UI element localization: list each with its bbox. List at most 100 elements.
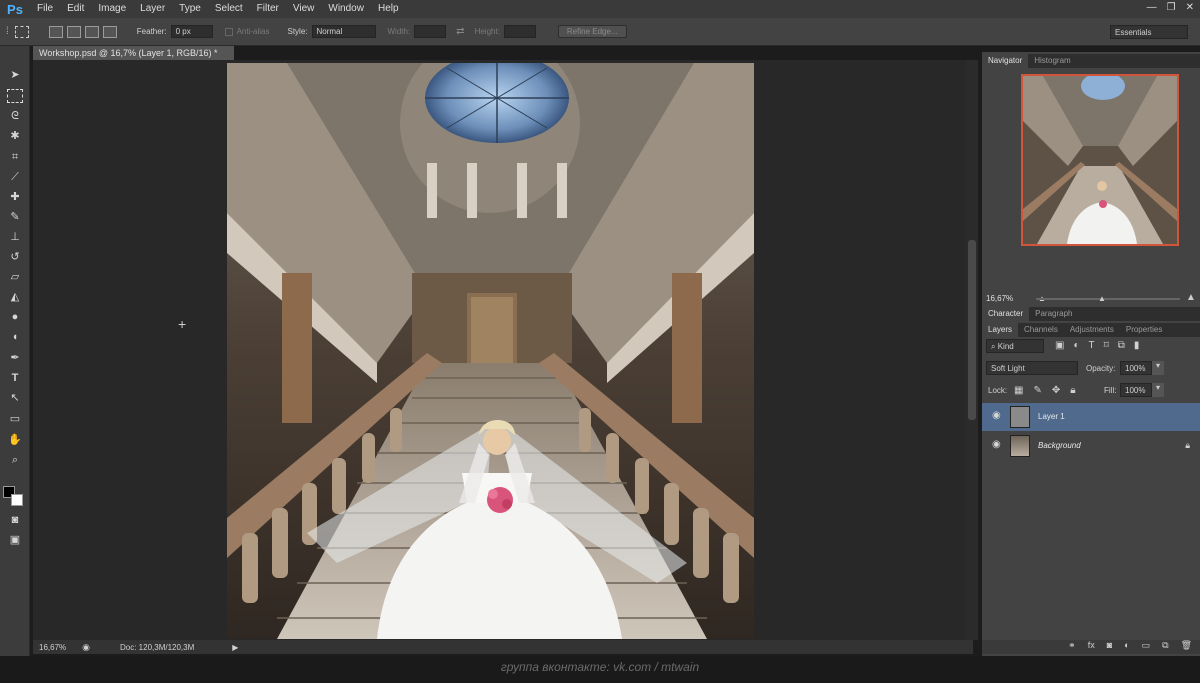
paint-bucket-icon[interactable]: ◭: [7, 290, 23, 304]
tab-adjustments[interactable]: Adjustments: [1064, 323, 1120, 337]
visibility-eye-icon[interactable]: ◉: [992, 440, 1004, 450]
magic-wand-icon[interactable]: ✱: [7, 129, 23, 143]
blend-mode-select[interactable]: Soft Light: [986, 361, 1078, 375]
layer-lock-icon: 🔒︎: [1185, 440, 1190, 450]
navigator-zoom-value[interactable]: 16,67%: [986, 294, 1013, 303]
smart-object-filter-icon[interactable]: ⧉: [1118, 340, 1125, 351]
zoom-tool-icon[interactable]: ⌕: [7, 453, 23, 467]
eraser-icon[interactable]: ▱: [7, 270, 23, 284]
quick-mask-icon[interactable]: ◙: [7, 513, 23, 527]
anti-alias-checkbox[interactable]: [224, 27, 233, 36]
feather-input[interactable]: 0 px: [170, 25, 213, 38]
opacity-input[interactable]: 100%: [1120, 361, 1152, 375]
history-brush-icon[interactable]: ↺: [7, 250, 23, 264]
tab-channels[interactable]: Channels: [1018, 323, 1064, 337]
trash-icon[interactable]: 🗑︎: [1181, 640, 1192, 654]
layer-name[interactable]: Background: [1038, 441, 1081, 450]
background-color-swatch[interactable]: [11, 494, 23, 506]
workspace-select[interactable]: Essentials: [1110, 25, 1188, 39]
dodge-tool-icon[interactable]: ◖: [7, 330, 23, 344]
tab-properties[interactable]: Properties: [1120, 323, 1168, 337]
shape-filter-icon[interactable]: ⌑: [1104, 340, 1109, 351]
status-menu-arrow-icon[interactable]: ▶: [232, 643, 238, 652]
menu-layer[interactable]: Layer: [133, 0, 172, 18]
type-filter-icon[interactable]: T: [1089, 340, 1095, 351]
refine-edge-button[interactable]: Refine Edge...: [557, 25, 627, 38]
intersect-selection-icon[interactable]: [102, 25, 117, 38]
lock-image-icon[interactable]: ✎: [1033, 385, 1041, 396]
opacity-dropdown-icon[interactable]: ▾: [1152, 361, 1164, 375]
crop-tool-icon[interactable]: ⌗: [7, 150, 23, 164]
layer-kind-filter[interactable]: ⌕ Kind: [986, 339, 1044, 353]
link-icon[interactable]: ⚭: [1068, 640, 1076, 654]
zoom-in-icon[interactable]: ▲: [1186, 292, 1196, 303]
path-select-icon[interactable]: ↖: [7, 391, 23, 405]
status-info-icon[interactable]: ◉: [82, 642, 90, 653]
tab-layers[interactable]: Layers: [982, 323, 1019, 337]
menu-file[interactable]: File: [30, 0, 60, 18]
navigator-preview[interactable]: [1021, 74, 1179, 246]
fill-dropdown-icon[interactable]: ▾: [1152, 383, 1164, 397]
brush-tool-icon[interactable]: ✎: [7, 210, 23, 224]
menu-window[interactable]: Window: [321, 0, 371, 18]
tab-histogram[interactable]: Histogram: [1028, 54, 1076, 68]
menu-filter[interactable]: Filter: [250, 0, 286, 18]
height-input[interactable]: [503, 25, 536, 38]
eyedropper-icon[interactable]: ⟋: [7, 170, 23, 184]
fill-input[interactable]: 100%: [1120, 383, 1152, 397]
width-input[interactable]: [414, 25, 447, 38]
add-selection-icon[interactable]: [66, 25, 81, 38]
healing-brush-icon[interactable]: ✚: [7, 190, 23, 204]
layer-row-layer-1[interactable]: ◉ Layer 1: [982, 403, 1200, 431]
pixel-filter-icon[interactable]: ▣: [1055, 340, 1064, 351]
status-zoom[interactable]: 16,67%: [39, 643, 66, 652]
restore-button[interactable]: ❐: [1167, 2, 1176, 13]
marquee-preset-icon[interactable]: [14, 25, 29, 38]
menu-help[interactable]: Help: [371, 0, 406, 18]
navigator-zoom-slider[interactable]: [1036, 298, 1180, 300]
tab-character[interactable]: Character: [982, 307, 1030, 321]
subtract-selection-icon[interactable]: [84, 25, 99, 38]
menu-view[interactable]: View: [286, 0, 322, 18]
adjustment-icon[interactable]: ◐: [1124, 640, 1129, 654]
grip-icon: ⁞: [6, 26, 9, 37]
lock-all-icon[interactable]: 🔒︎: [1070, 385, 1075, 396]
shape-tool-icon[interactable]: ▭: [7, 412, 23, 426]
menu-image[interactable]: Image: [91, 0, 133, 18]
visibility-eye-icon[interactable]: ◉: [992, 411, 1004, 421]
tab-paragraph[interactable]: Paragraph: [1029, 307, 1078, 321]
document-tab[interactable]: Workshop.psd @ 16,7% (Layer 1, RGB/16) *…: [33, 46, 234, 68]
tab-navigator[interactable]: Navigator: [982, 54, 1029, 68]
screen-mode-icon[interactable]: ▣: [7, 533, 23, 547]
mask-icon[interactable]: ◙: [1107, 640, 1112, 654]
fx-icon[interactable]: fx: [1088, 640, 1095, 654]
pen-tool-icon[interactable]: ✒: [7, 351, 23, 365]
style-select[interactable]: Normal: [311, 25, 376, 38]
lock-transparent-icon[interactable]: ▦: [1014, 385, 1023, 396]
zoom-slider-handle-icon[interactable]: ▲: [1098, 294, 1106, 303]
marquee-tool-icon[interactable]: [7, 89, 23, 103]
hand-tool-icon[interactable]: ✋: [7, 433, 23, 447]
close-button[interactable]: ✕: [1186, 2, 1194, 13]
document-canvas[interactable]: [227, 63, 754, 639]
new-selection-icon[interactable]: [48, 25, 63, 38]
lock-position-icon[interactable]: ✥: [1052, 385, 1060, 396]
filter-toggle-icon[interactable]: ▮: [1134, 340, 1140, 351]
group-icon[interactable]: ▭: [1142, 640, 1151, 654]
layer-row-background[interactable]: ◉ Background 🔒︎: [982, 432, 1200, 460]
adjustment-filter-icon[interactable]: ◐: [1073, 340, 1079, 351]
menu-type[interactable]: Type: [172, 0, 208, 18]
lasso-tool-icon[interactable]: ᘓ: [7, 109, 23, 123]
layer-name[interactable]: Layer 1: [1038, 412, 1065, 421]
crosshair-cursor-icon: +: [178, 316, 187, 332]
move-tool-icon[interactable]: ➤: [7, 68, 23, 82]
type-tool-icon[interactable]: T: [7, 371, 23, 385]
menu-select[interactable]: Select: [208, 0, 250, 18]
menu-edit[interactable]: Edit: [60, 0, 91, 18]
minimize-button[interactable]: —: [1147, 2, 1157, 13]
new-layer-icon[interactable]: ⧉: [1162, 640, 1168, 654]
swap-icon[interactable]: ⇄: [456, 26, 464, 37]
scrollbar-thumb[interactable]: [968, 240, 976, 420]
blur-tool-icon[interactable]: ●: [7, 310, 23, 324]
clone-stamp-icon[interactable]: ⊥: [7, 230, 23, 244]
